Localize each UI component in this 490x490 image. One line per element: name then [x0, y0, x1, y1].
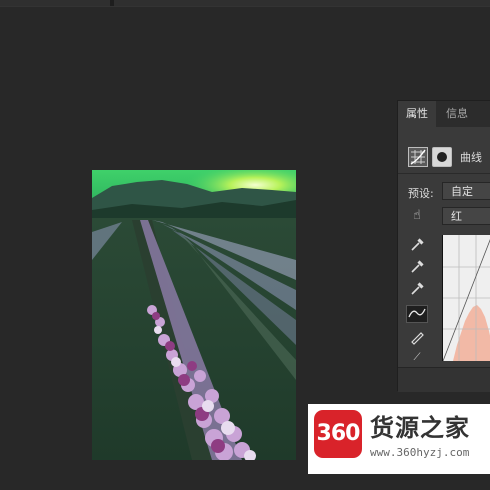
panel-divider	[398, 173, 490, 174]
layer-mask-icon[interactable]	[432, 147, 452, 167]
tab-info[interactable]: 信息	[438, 101, 476, 127]
preset-label: 预设:	[408, 187, 434, 200]
brand-url: www.360hyzj.com	[370, 446, 470, 459]
canvas-document-image[interactable]	[92, 170, 296, 460]
curves-graph[interactable]	[442, 235, 490, 361]
toolbar-segment	[114, 0, 490, 6]
eyedropper-white-icon[interactable]	[406, 281, 428, 299]
channel-dropdown[interactable]: 红	[442, 207, 490, 225]
toolbar-segment	[0, 0, 110, 6]
eyedropper-black-icon[interactable]	[406, 237, 428, 255]
watermark-banner: 360 货源之家 www.360hyzj.com	[308, 404, 490, 474]
adjustment-title: 曲线	[460, 151, 482, 164]
tab-properties[interactable]: 属性	[398, 101, 436, 127]
panel-footer	[398, 367, 490, 392]
panel-tab-bar: 属性 信息	[398, 101, 490, 127]
preset-dropdown[interactable]: 自定	[442, 182, 490, 200]
targeted-adjustment-hand-icon[interactable]: ☝	[406, 207, 428, 225]
pencil-icon[interactable]	[406, 329, 428, 347]
smooth-curve-icon[interactable]: ⟋	[406, 349, 428, 367]
curve-point-icon[interactable]	[406, 305, 428, 323]
properties-panel: 属性 信息 曲线 预设: 自定 ☝ 红 ⟋	[397, 100, 490, 392]
curves-adjustment-icon[interactable]	[408, 147, 428, 167]
eyedropper-gray-icon[interactable]	[406, 259, 428, 277]
top-toolbar-strip	[0, 0, 490, 7]
brand-name: 货源之家	[370, 414, 470, 442]
brand-logo: 360	[314, 410, 362, 458]
